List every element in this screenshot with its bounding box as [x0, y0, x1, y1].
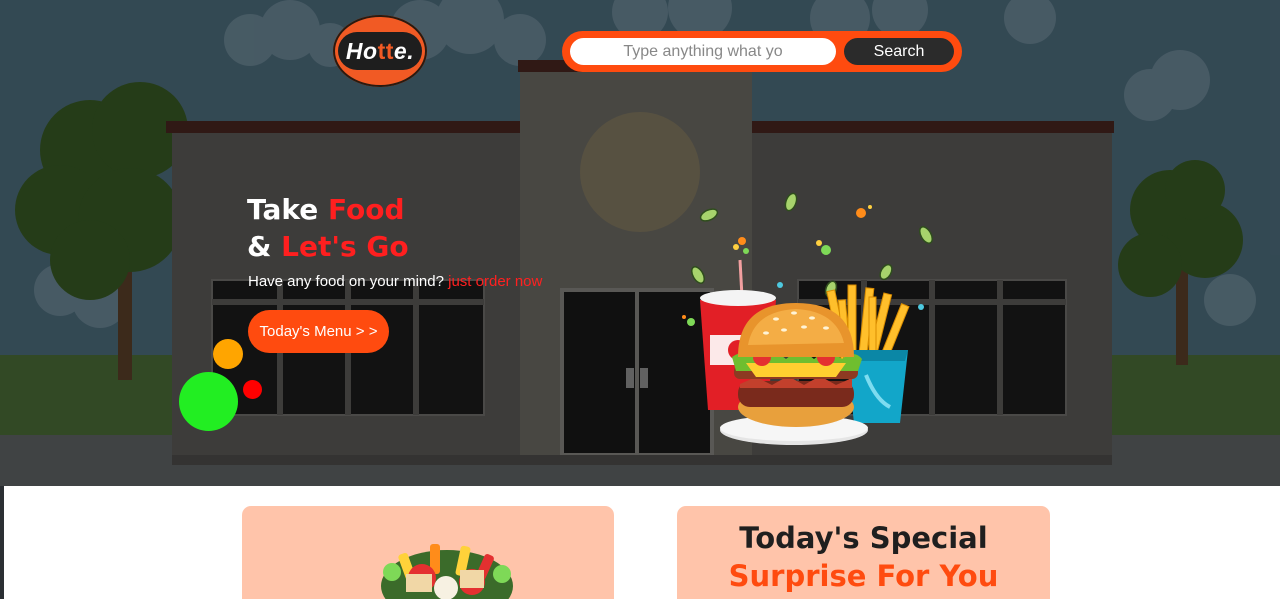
- tagline-text: Have any food on your mind?: [248, 273, 449, 290]
- hotte-logo-icon[interactable]: Hotte.: [333, 15, 427, 87]
- search-button[interactable]: Search: [844, 38, 954, 65]
- headline-line2-white: &: [247, 230, 282, 263]
- salad-bowl-illustration: [381, 544, 513, 599]
- decorative-dot-green: [179, 372, 238, 431]
- logo-badge: Hotte.: [338, 32, 422, 70]
- logo-text: Hotte.: [345, 37, 415, 64]
- special-title: Today's Special: [739, 521, 988, 555]
- hero-headline: Take Food & Let's Go: [247, 191, 409, 265]
- headline-line2-red: Let's Go: [281, 230, 409, 263]
- hero-section: Hotte. Search Take Food & Let's Go Have …: [0, 0, 1280, 486]
- decorative-dot-yellow: [213, 339, 243, 369]
- search-input[interactable]: [570, 38, 836, 65]
- search-bar: Search: [562, 31, 962, 72]
- headline-line1-white: Take: [247, 193, 328, 226]
- burger-fries-drink-illustration: [682, 192, 933, 445]
- todays-special-card[interactable]: Today's Special Surprise For You: [677, 506, 1050, 599]
- headline-line1-red: Food: [328, 193, 405, 226]
- hero-tagline: Have any food on your mind? just order n…: [248, 273, 542, 290]
- order-now-link[interactable]: just order now: [448, 273, 542, 290]
- decorative-dot-red: [243, 380, 262, 399]
- special-subtitle: Surprise For You: [728, 559, 999, 593]
- featured-dish-card[interactable]: [242, 506, 614, 599]
- todays-menu-button[interactable]: Today's Menu > >: [248, 310, 389, 353]
